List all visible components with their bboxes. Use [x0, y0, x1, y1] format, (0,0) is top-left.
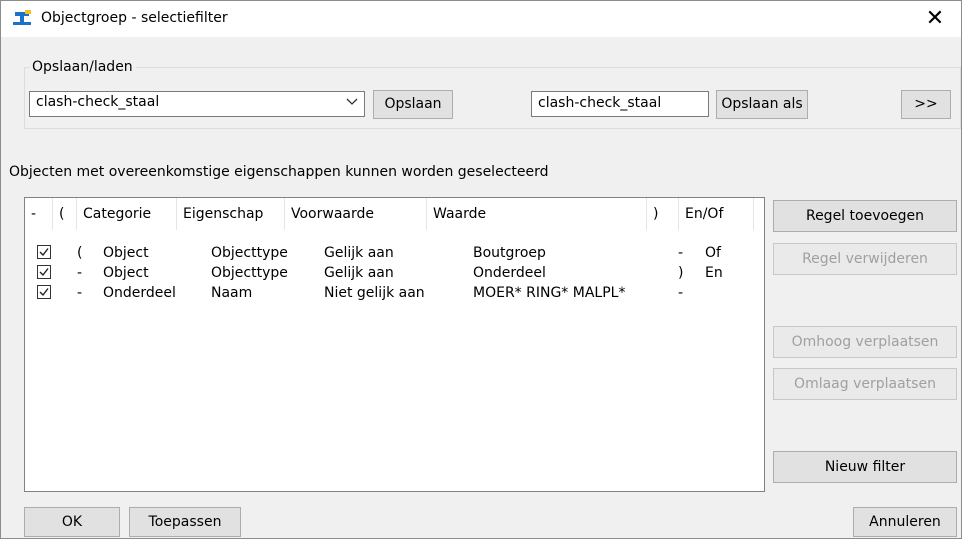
table-row[interactable]: - Object Objecttype Gelijk aan Onderdeel…: [25, 263, 764, 283]
property-cell: Objecttype: [211, 245, 288, 261]
filter-name-input[interactable]: clash-check_staal: [531, 91, 709, 117]
table-row[interactable]: - Onderdeel Naam Niet gelijk aan MOER* R…: [25, 283, 764, 303]
and-or-cell: Of: [705, 245, 721, 261]
add-row-button[interactable]: Regel toevoegen: [773, 200, 957, 232]
and-or-cell: [699, 283, 705, 303]
open-paren-cell: -: [77, 265, 83, 281]
property-cell: Naam: [211, 285, 253, 301]
column-header-and-or[interactable]: En/Of: [679, 198, 754, 230]
move-down-button[interactable]: Omlaag verplaatsen: [773, 368, 957, 400]
category-cell: Onderdeel: [103, 285, 176, 301]
ok-button[interactable]: OK: [24, 507, 120, 537]
category-cell: Object: [103, 265, 149, 281]
move-up-button[interactable]: Omhoog verplaatsen: [773, 326, 957, 358]
more-options-button[interactable]: >>: [901, 90, 951, 119]
cancel-button[interactable]: Annuleren: [853, 507, 957, 537]
value-cell: Boutgroep: [473, 245, 546, 261]
close-paren-cell: -: [678, 285, 684, 301]
remove-row-button[interactable]: Regel verwijderen: [773, 243, 957, 275]
column-header-property[interactable]: Eigenschap: [177, 198, 285, 230]
save-as-button[interactable]: Opslaan als: [716, 90, 808, 119]
property-cell: Objecttype: [211, 265, 288, 281]
column-header-category[interactable]: Categorie: [77, 198, 177, 230]
column-header-condition[interactable]: Voorwaarde: [285, 198, 427, 230]
chevron-down-icon[interactable]: [346, 95, 358, 110]
and-or-cell: En: [705, 265, 723, 281]
open-paren-cell: (: [77, 245, 83, 261]
dialog-window: Objectgroep - selectiefilter ✕ Opslaan/l…: [0, 0, 962, 539]
value-cell: MOER* RING* MALPL*: [473, 285, 626, 301]
save-button[interactable]: Opslaan: [373, 90, 453, 119]
close-paren-cell: ): [678, 265, 684, 281]
table-row[interactable]: ( Object Objecttype Gelijk aan Boutgroep…: [25, 243, 764, 263]
column-header-close-paren[interactable]: ): [647, 198, 679, 230]
column-header-open-paren[interactable]: (: [53, 198, 77, 230]
preset-dropdown[interactable]: clash-check_staal: [29, 91, 365, 117]
category-cell: Object: [103, 245, 149, 261]
checkbox-checked-icon[interactable]: [37, 245, 51, 259]
table-header: - ( Categorie Eigenschap Voorwaarde Waar…: [25, 198, 764, 230]
new-filter-button[interactable]: Nieuw filter: [773, 451, 957, 483]
save-load-group-label: Opslaan/laden: [29, 59, 136, 75]
title-bar: Objectgroep - selectiefilter ✕: [1, 1, 961, 37]
checkbox-checked-icon[interactable]: [37, 265, 51, 279]
filter-rules-table[interactable]: - ( Categorie Eigenschap Voorwaarde Waar…: [24, 197, 765, 492]
close-icon[interactable]: ✕: [915, 3, 955, 35]
close-paren-cell: -: [678, 245, 684, 261]
window-title: Objectgroep - selectiefilter: [41, 10, 228, 26]
preset-dropdown-value: clash-check_staal: [36, 94, 160, 110]
condition-cell: Niet gelijk aan: [324, 285, 425, 301]
apply-button[interactable]: Toepassen: [129, 507, 241, 537]
column-header-enabled[interactable]: -: [25, 198, 53, 230]
checkbox-checked-icon[interactable]: [37, 285, 51, 299]
condition-cell: Gelijk aan: [324, 265, 394, 281]
objectgroup-filter-icon: [13, 10, 33, 28]
description-text: Objecten met overeenkomstige eigenschapp…: [9, 164, 549, 180]
open-paren-cell: -: [77, 285, 83, 301]
column-header-value[interactable]: Waarde: [427, 198, 647, 230]
value-cell: Onderdeel: [473, 265, 546, 281]
condition-cell: Gelijk aan: [324, 245, 394, 261]
